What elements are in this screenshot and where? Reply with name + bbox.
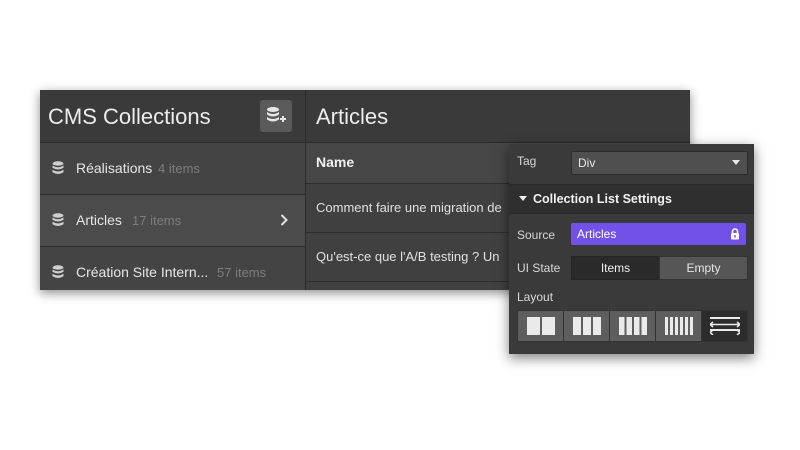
collection-list-settings-panel: Tag Div Collection List Settings Source … — [509, 144, 754, 354]
layout-label: Layout — [517, 290, 554, 304]
layout-rows-button[interactable] — [701, 310, 748, 342]
source-label: Source — [517, 228, 556, 242]
collection-count: 4 items — [158, 161, 200, 176]
caret-down-icon — [519, 196, 527, 201]
ui-state-items-button[interactable]: Items — [571, 256, 660, 280]
database-icon — [52, 161, 64, 174]
section-title: Collection List Settings — [533, 192, 672, 206]
chevron-right-icon — [280, 214, 288, 226]
database-icon — [52, 265, 64, 278]
database-icon — [52, 213, 64, 226]
database-add-icon — [267, 107, 286, 122]
items-header: Articles — [306, 90, 690, 143]
collection-item-creation-site[interactable]: Création Site Intern... 57 items — [40, 247, 305, 290]
row-name: Qu'est-ce que l'A/B testing ? Un — [316, 249, 500, 264]
4-columns-icon — [618, 317, 647, 335]
6-columns-icon — [664, 317, 693, 335]
tag-select[interactable]: Div — [571, 151, 748, 175]
collections-title: CMS Collections — [48, 104, 211, 129]
layout-2-columns-button[interactable] — [517, 310, 564, 342]
add-collection-button[interactable] — [260, 100, 292, 132]
collections-sidebar: CMS Collections Réalisations 4 items Art… — [40, 90, 305, 290]
lock-icon — [731, 228, 739, 240]
items-title: Articles — [316, 104, 389, 129]
layout-6-columns-button[interactable] — [655, 310, 702, 342]
ui-state-empty-button[interactable]: Empty — [659, 256, 748, 280]
collection-name: Création Site Intern... — [76, 264, 209, 280]
chevron-down-icon — [732, 160, 740, 165]
collection-list-settings-header[interactable]: Collection List Settings — [509, 184, 754, 214]
layout-options — [517, 310, 748, 342]
collections-header: CMS Collections — [40, 90, 305, 143]
tag-label: Tag — [517, 154, 537, 168]
list-rows-icon — [709, 317, 740, 335]
collection-count: 57 items — [217, 265, 267, 280]
collection-item-articles[interactable]: Articles 17 items — [40, 195, 305, 247]
tag-select-value: Div — [578, 156, 596, 170]
3-columns-icon — [572, 317, 601, 335]
source-field[interactable]: Articles — [571, 223, 746, 245]
collection-item-realisations[interactable]: Réalisations 4 items — [40, 143, 305, 195]
column-name-label: Name — [316, 154, 355, 170]
ui-state-label: UI State — [517, 261, 561, 275]
collection-name: Réalisations — [76, 160, 153, 176]
layout-4-columns-button[interactable] — [609, 310, 656, 342]
2-columns-icon — [526, 317, 555, 335]
layout-3-columns-button[interactable] — [563, 310, 610, 342]
row-name: Comment faire une migration de — [316, 200, 502, 215]
source-value: Articles — [577, 227, 617, 241]
collection-name: Articles — [76, 212, 122, 228]
collection-count: 17 items — [132, 213, 182, 228]
